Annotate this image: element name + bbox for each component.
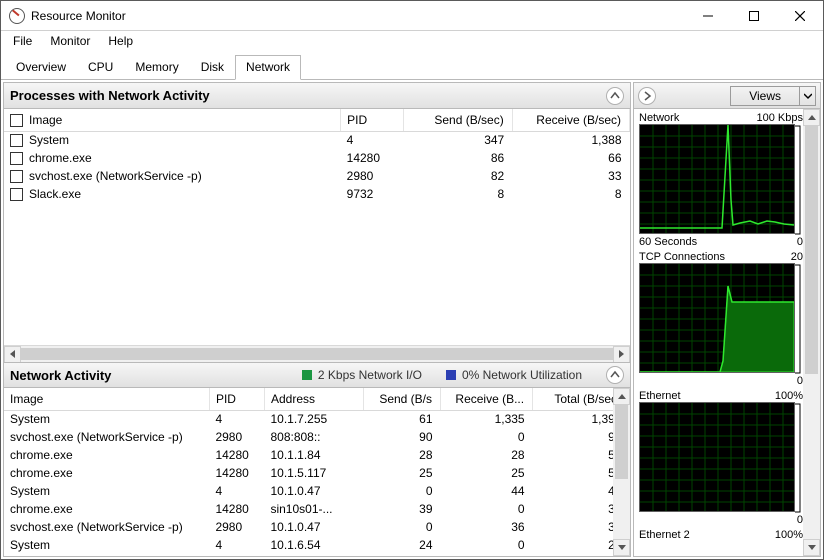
- left-pane: Processes with Network Activity Image PI…: [3, 82, 631, 557]
- graph-tcp: TCP Connections 20: [634, 248, 820, 387]
- maximize-button[interactable]: [731, 1, 777, 30]
- table-row[interactable]: System410.1.7.255611,3351,396: [4, 410, 630, 428]
- checkbox[interactable]: [10, 188, 23, 201]
- table-row[interactable]: chrome.exe142808666: [4, 149, 630, 167]
- tab-strip: Overview CPU Memory Disk Network: [1, 51, 823, 80]
- scroll-down-button[interactable]: [803, 539, 820, 556]
- graph-title: Ethernet: [639, 390, 681, 402]
- table-row[interactable]: System410.1.0.4704444: [4, 482, 630, 500]
- table-header-row: Image PID Address Send (B/s Receive (B..…: [4, 388, 630, 410]
- col-pid[interactable]: PID: [341, 109, 404, 131]
- scroll-up-button[interactable]: [613, 388, 630, 405]
- network-activity-table: Image PID Address Send (B/s Receive (B..…: [4, 388, 630, 554]
- table-row[interactable]: svchost.exe (NetworkService -p)2980808:8…: [4, 428, 630, 446]
- scroll-left-button[interactable]: [4, 346, 21, 363]
- legend-swatch-util: [446, 370, 456, 380]
- graph-title: Ethernet 2: [639, 529, 690, 541]
- collapse-side-icon[interactable]: [638, 87, 656, 105]
- col-image[interactable]: Image: [4, 109, 341, 131]
- table-row[interactable]: chrome.exe1428010.1.1.84282856: [4, 446, 630, 464]
- graph-canvas-ethernet: [639, 402, 795, 512]
- processes-table: Image PID Send (B/sec) Receive (B/sec) S…: [4, 109, 630, 203]
- table-row[interactable]: System410.1.6.5424024: [4, 536, 630, 554]
- tab-memory[interactable]: Memory: [124, 55, 189, 80]
- v-scrollbar[interactable]: [803, 109, 820, 556]
- v-scrollbar[interactable]: [613, 388, 630, 556]
- menu-bar: File Monitor Help: [1, 31, 823, 51]
- graph-ethernet: Ethernet 100%: [634, 387, 820, 526]
- checkbox[interactable]: [10, 152, 23, 165]
- table-row[interactable]: svchost.exe (NetworkService -p)29808233: [4, 167, 630, 185]
- right-pane: Views Network 100 Kbps: [633, 82, 821, 557]
- col-send[interactable]: Send (B/sec): [404, 109, 513, 131]
- table-row[interactable]: chrome.exe1428010.1.5.117252550: [4, 464, 630, 482]
- tab-overview[interactable]: Overview: [5, 55, 77, 80]
- resource-monitor-window: Resource Monitor File Monitor Help Overv…: [0, 0, 824, 560]
- graph-ethernet-2: Ethernet 2 100%: [634, 526, 820, 541]
- graph-max: 20: [791, 251, 803, 263]
- tab-disk[interactable]: Disk: [190, 55, 235, 80]
- scroll-right-button[interactable]: [613, 346, 630, 363]
- table-row[interactable]: svchost.exe (NetworkService -p)298010.1.…: [4, 518, 630, 536]
- scroll-down-button[interactable]: [613, 539, 630, 556]
- minimize-button[interactable]: [685, 1, 731, 30]
- table-row[interactable]: System43471,388: [4, 131, 630, 149]
- processes-table-container[interactable]: Image PID Send (B/sec) Receive (B/sec) S…: [4, 109, 630, 345]
- right-pane-header: Views: [634, 83, 820, 109]
- app-icon: [9, 8, 25, 24]
- table-header-row: Image PID Send (B/sec) Receive (B/sec): [4, 109, 630, 131]
- section-header-processes[interactable]: Processes with Network Activity: [4, 83, 630, 109]
- graph-xaxis: 60 Seconds: [639, 236, 697, 248]
- table-row[interactable]: chrome.exe14280sin10s01-...39039: [4, 500, 630, 518]
- col-send[interactable]: Send (B/s: [364, 388, 441, 410]
- window-title: Resource Monitor: [31, 9, 685, 23]
- collapse-icon[interactable]: [606, 366, 624, 384]
- dropdown-icon[interactable]: [799, 87, 815, 105]
- checkbox[interactable]: [10, 170, 23, 183]
- scroll-up-button[interactable]: [803, 109, 820, 126]
- graph-network: Network 100 Kbps: [634, 109, 820, 248]
- graph-max: 100%: [775, 390, 803, 402]
- col-image[interactable]: Image: [4, 388, 209, 410]
- section-title: Processes with Network Activity: [10, 88, 210, 103]
- views-button[interactable]: Views: [730, 86, 816, 106]
- checkbox[interactable]: [10, 134, 23, 147]
- col-recv[interactable]: Receive (B...: [441, 388, 533, 410]
- legend-swatch-io: [302, 370, 312, 380]
- graph-max: 100%: [775, 529, 803, 541]
- network-activity-table-container[interactable]: Image PID Address Send (B/s Receive (B..…: [4, 388, 630, 556]
- section-title: Network Activity: [10, 368, 111, 383]
- graph-max: 100 Kbps: [757, 112, 803, 124]
- tab-network[interactable]: Network: [235, 55, 301, 80]
- menu-monitor[interactable]: Monitor: [42, 33, 98, 49]
- tab-cpu[interactable]: CPU: [77, 55, 124, 80]
- checkbox-all[interactable]: [10, 114, 23, 127]
- col-pid[interactable]: PID: [209, 388, 264, 410]
- collapse-icon[interactable]: [606, 87, 624, 105]
- graph-title: Network: [639, 112, 679, 124]
- menu-help[interactable]: Help: [100, 33, 141, 49]
- section-header-network-activity[interactable]: Network Activity 2 Kbps Network I/O 0% N…: [4, 362, 630, 388]
- title-bar[interactable]: Resource Monitor: [1, 1, 823, 31]
- graph-title: TCP Connections: [639, 251, 725, 263]
- legend-io: 2 Kbps Network I/O: [302, 368, 422, 382]
- col-address[interactable]: Address: [264, 388, 363, 410]
- legend-util: 0% Network Utilization: [446, 368, 582, 382]
- close-button[interactable]: [777, 1, 823, 30]
- graph-canvas-network: [639, 124, 795, 234]
- col-recv[interactable]: Receive (B/sec): [512, 109, 629, 131]
- menu-file[interactable]: File: [5, 33, 40, 49]
- table-row[interactable]: Slack.exe973288: [4, 185, 630, 203]
- h-scrollbar[interactable]: [4, 345, 630, 362]
- graph-canvas-tcp: [639, 263, 795, 373]
